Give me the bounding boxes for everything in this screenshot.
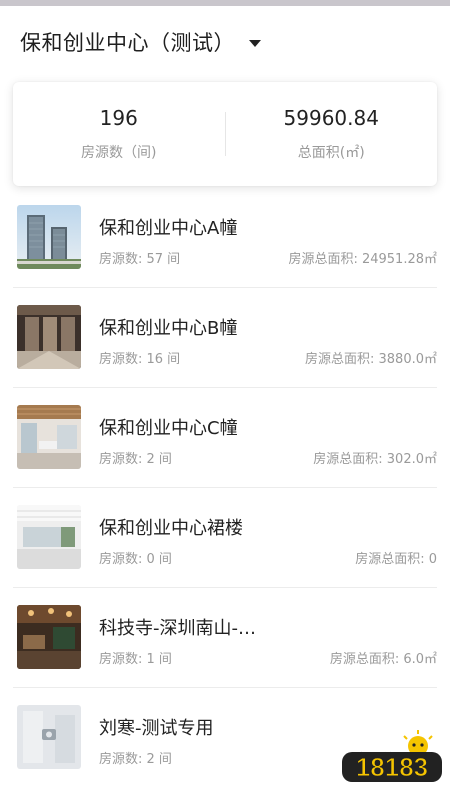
project-title: 保和创业中心（测试） xyxy=(20,31,235,55)
summary-card: 196 房源数（间) 59960.84 总面积(㎡) xyxy=(13,82,437,186)
total-area-label: 总面积(㎡) xyxy=(297,145,365,161)
watermark-logo: 18183 xyxy=(340,728,444,788)
total-area-value: 59960.84 xyxy=(283,106,379,130)
room-count: 房源数: 2 间 xyxy=(99,752,172,767)
room-area: 房源总面积: 6.0㎡ xyxy=(329,652,437,667)
building-row[interactable]: 保和创业中心C幢 房源数: 2 间 房源总面积: 302.0㎡ xyxy=(13,388,437,488)
building-row[interactable]: 保和创业中心裙楼 房源数: 0 间 房源总面积: 0 xyxy=(13,488,437,588)
building-row[interactable]: 保和创业中心B幢 房源数: 16 间 房源总面积: 3880.0㎡ xyxy=(13,288,437,388)
room-area: 房源总面积: 24951.28㎡ xyxy=(288,252,437,267)
placeholder-thumbnail xyxy=(17,705,81,769)
dropdown-caret-icon[interactable] xyxy=(249,39,261,47)
building-name: 科技寺-深圳南山-… xyxy=(99,618,256,639)
project-selector[interactable]: 保和创业中心（测试） xyxy=(0,6,450,78)
building-name: 保和创业中心B幢 xyxy=(99,318,238,339)
room-count: 房源数: 0 间 xyxy=(99,552,172,567)
room-count: 房源数: 1 间 xyxy=(99,652,172,667)
building-exterior-thumbnail xyxy=(17,205,81,269)
building-row[interactable]: 保和创业中心A幢 房源数: 57 间 房源总面积: 24951.28㎡ xyxy=(13,188,437,288)
room-area: 房源总面积: 302.0㎡ xyxy=(313,452,437,467)
building-row[interactable]: 科技寺-深圳南山-… 房源数: 1 间 房源总面积: 6.0㎡ xyxy=(13,588,437,688)
room-count: 房源数: 2 间 xyxy=(99,452,172,467)
open-office-thumbnail xyxy=(17,505,81,569)
total-area-stat: 59960.84 总面积(㎡) xyxy=(226,82,438,186)
building-name: 刘寒-测试专用 xyxy=(99,718,214,739)
office-lobby-thumbnail xyxy=(17,405,81,469)
room-count-stat: 196 房源数（间) xyxy=(13,82,225,186)
building-list: 保和创业中心A幢 房源数: 57 间 房源总面积: 24951.28㎡ 保和创业… xyxy=(13,188,437,788)
watermark-text: 18183 xyxy=(356,752,428,782)
cafe-interior-thumbnail xyxy=(17,605,81,669)
building-name: 保和创业中心裙楼 xyxy=(99,518,243,539)
elevator-lobby-thumbnail xyxy=(17,305,81,369)
building-name: 保和创业中心C幢 xyxy=(99,418,238,439)
room-count: 房源数: 57 间 xyxy=(99,252,181,267)
room-area: 房源总面积: 3880.0㎡ xyxy=(305,352,437,367)
room-count-label: 房源数（间) xyxy=(81,145,157,161)
building-name: 保和创业中心A幢 xyxy=(99,218,238,239)
room-count: 房源数: 16 间 xyxy=(99,352,181,367)
room-count-value: 196 xyxy=(99,106,138,130)
room-area: 房源总面积: 0 xyxy=(355,552,437,567)
